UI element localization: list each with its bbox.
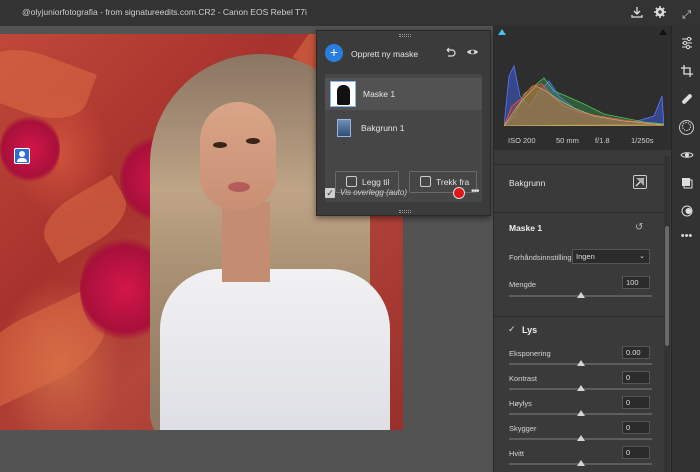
preset-dropdown[interactable]: Ingen ⌄: [572, 249, 650, 264]
export-icon[interactable]: [630, 5, 644, 19]
chevron-down-icon: ⌄: [639, 253, 645, 260]
mask-title: Maske 1: [509, 223, 543, 233]
shadows-label: Skygger: [509, 424, 537, 433]
mask-item[interactable]: Maske 1: [325, 78, 482, 110]
light-section: ✓ Lys Eksponering 0.00 Kontrast 0 Høylys…: [494, 316, 664, 472]
subject-lips: [228, 182, 250, 192]
invert-mask-icon[interactable]: [633, 175, 647, 189]
exposure-slider[interactable]: [509, 360, 652, 366]
component-thumbnail: [337, 119, 351, 137]
amount-field[interactable]: 100: [622, 276, 650, 289]
shadows-field[interactable]: 0: [622, 421, 650, 434]
component-label: Bakgrunn 1: [361, 123, 405, 133]
slider-knob[interactable]: [577, 435, 585, 441]
visibility-eye-icon[interactable]: [465, 46, 479, 60]
contrast-field[interactable]: 0: [622, 371, 650, 384]
presets-icon[interactable]: [679, 176, 694, 191]
highlights-field[interactable]: 0: [622, 396, 650, 409]
subject-face: [200, 102, 276, 210]
panel-drag-handle[interactable]: [399, 34, 411, 37]
subject-neck: [222, 202, 270, 282]
amount-slider[interactable]: [509, 292, 652, 298]
shadow-clipping-icon[interactable]: [498, 29, 506, 35]
background-mask-section[interactable]: Bakgrunn: [494, 164, 664, 202]
overlay-checkbox[interactable]: ✓: [325, 188, 335, 198]
background-label: Bakgrunn: [509, 178, 546, 188]
sliders-icon[interactable]: [679, 36, 694, 51]
mask-component-item[interactable]: Bakgrunn 1: [325, 112, 482, 144]
histogram: [494, 26, 671, 130]
amount-label: Mengde: [509, 280, 537, 289]
subject-eye: [246, 138, 260, 144]
exposure-field[interactable]: 0.00: [622, 346, 650, 359]
mask-label: Maske 1: [363, 89, 396, 99]
exif-iso: ISO 200: [508, 136, 536, 145]
mask-list: Maske 1 Bakgrunn 1 Legg til Trekk fra: [325, 74, 482, 202]
exposure-label: Eksponering: [509, 349, 551, 358]
slider-knob[interactable]: [577, 410, 585, 416]
slider-knob[interactable]: [577, 385, 585, 391]
panel-resize-handle[interactable]: [399, 210, 411, 213]
light-title[interactable]: Lys: [522, 325, 537, 335]
file-info: @olyjuniorfotografia - from signatureedi…: [22, 7, 307, 17]
shadows-slider[interactable]: [509, 435, 652, 441]
mask-thumbnail: [330, 81, 356, 107]
highlights-label: Høylys: [509, 399, 532, 408]
top-bar: @olyjuniorfotografia - from signatureedi…: [0, 0, 700, 26]
slider-knob[interactable]: [577, 460, 585, 466]
whites-label: Hvitt: [509, 449, 524, 458]
mask-settings-section: Maske 1 ↺ Forhåndsinnstilling Ingen ⌄ Me…: [494, 212, 664, 308]
crop-icon[interactable]: [679, 64, 694, 79]
edit-panel: ISO 200 50 mm f/1.8 1/250s Bakgrunn Mask…: [493, 26, 671, 472]
expand-icon[interactable]: ⤢: [679, 8, 694, 23]
overlay-row: ✓ Vis overlegg (auto) •••: [325, 186, 485, 202]
slider-knob[interactable]: [577, 360, 585, 366]
preset-label: Forhåndsinnstilling: [509, 253, 572, 262]
exif-shutter: 1/250s: [631, 136, 654, 145]
scrollbar-thumb[interactable]: [665, 226, 669, 346]
subject-shirt: [160, 269, 390, 430]
tool-strip: ⤢ •••: [671, 9, 700, 472]
create-mask-button[interactable]: +: [325, 44, 343, 62]
flower-shape: [0, 114, 60, 184]
histogram-graph: [504, 64, 664, 126]
contrast-slider[interactable]: [509, 385, 652, 391]
exif-info: ISO 200 50 mm f/1.8 1/250s: [494, 130, 671, 150]
exif-focal: 50 mm: [556, 136, 579, 145]
reset-icon[interactable]: [443, 46, 457, 60]
mask-pin-icon[interactable]: [14, 148, 30, 164]
reset-mask-icon[interactable]: ↺: [635, 222, 643, 233]
exif-aperture: f/1.8: [595, 136, 610, 145]
highlight-clipping-icon[interactable]: [659, 29, 667, 35]
mask-icon[interactable]: [679, 120, 694, 135]
healing-icon[interactable]: [679, 92, 694, 107]
masks-panel: + Opprett ny maske Maske 1 Bakgrunn 1 Le…: [316, 30, 491, 216]
settings-icon[interactable]: [653, 5, 667, 19]
collapse-chevron-icon[interactable]: ✓: [508, 324, 516, 335]
more-icon[interactable]: •••: [679, 229, 694, 244]
overlay-color-swatch[interactable]: [453, 187, 465, 199]
contrast-label: Kontrast: [509, 374, 537, 383]
leaf-shape: [0, 36, 97, 132]
more-options-icon[interactable]: •••: [471, 186, 485, 197]
layers-icon[interactable]: [679, 204, 694, 219]
create-mask-label[interactable]: Opprett ny maske: [351, 49, 418, 59]
whites-field[interactable]: 0: [622, 446, 650, 459]
panel-scrollbar[interactable]: [664, 156, 670, 472]
slider-knob[interactable]: [577, 292, 585, 298]
redeye-icon[interactable]: [679, 148, 694, 163]
highlights-slider[interactable]: [509, 410, 652, 416]
subject-eye: [213, 142, 227, 148]
whites-slider[interactable]: [509, 460, 652, 466]
overlay-label: Vis overlegg (auto): [340, 188, 407, 197]
